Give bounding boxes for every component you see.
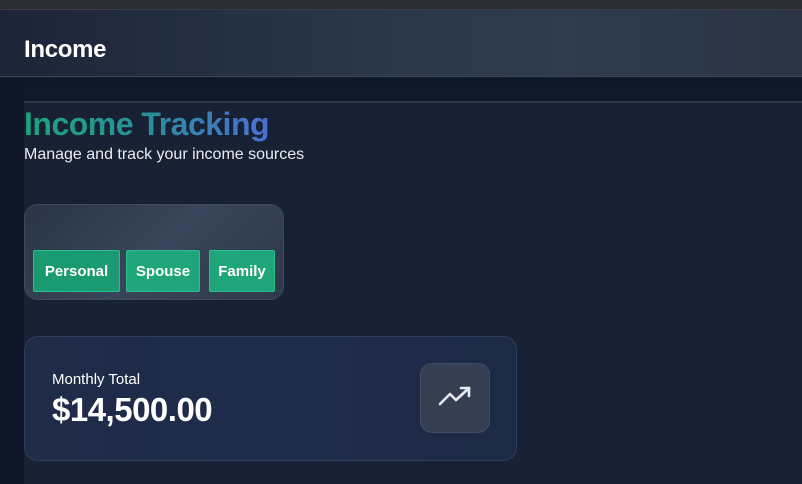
tab-family[interactable]: Family bbox=[209, 250, 275, 292]
monthly-total-label: Monthly Total bbox=[52, 371, 141, 388]
left-gutter bbox=[0, 78, 24, 484]
tab-spouse[interactable]: Spouse bbox=[126, 250, 200, 292]
monthly-total-card: Monthly Total $14,500.00 bbox=[24, 336, 517, 461]
monthly-total-value: $14,500.00 bbox=[52, 391, 213, 428]
trending-up-icon bbox=[438, 385, 472, 412]
income-type-selector: Personal Spouse Family bbox=[24, 204, 284, 300]
header-title: Income bbox=[24, 36, 107, 63]
page-header: Income bbox=[0, 10, 802, 77]
page-title: Income Tracking bbox=[24, 106, 270, 142]
page-subtitle: Manage and track your income sources bbox=[24, 146, 305, 163]
window-top-bar bbox=[0, 0, 802, 10]
tab-personal[interactable]: Personal bbox=[33, 250, 120, 292]
trend-button[interactable] bbox=[420, 363, 490, 433]
